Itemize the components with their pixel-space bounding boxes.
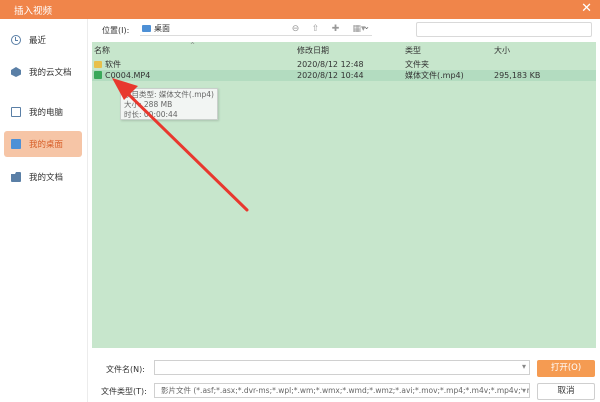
file-info-tooltip: 项目类型: 媒体文件(.mp4) 大小: 288 MB 时长: 00:00:44 [120,88,218,120]
file-modified: 2020/8/12 12:48 [297,60,364,69]
location-value: 桌面 [154,24,170,33]
location-toolbar: 位置(I): 桌面 ⌄ ⊖ ⇧ ✚ ▦▾ [88,19,600,41]
chevron-down-icon[interactable]: ▾ [522,362,526,371]
sidebar-item-label: 我的云文档 [29,68,72,78]
desktop-icon [11,139,21,149]
filetype-value: 影片文件 (*.asf;*.asx;*.dvr-ms;*.wpl;*.wm;*.… [161,386,530,395]
column-header-name[interactable]: 名称 [94,45,110,56]
sidebar-item-label: 我的电脑 [29,108,64,118]
file-size: 295,183 KB [494,71,541,80]
tooltip-size: 大小: 288 MB [124,100,173,109]
filename-label: 文件名(N): [106,365,145,374]
window-title: 插入视频 [14,6,53,17]
close-icon[interactable]: ✕ [581,1,592,17]
column-header-type[interactable]: 类型 [405,45,421,56]
dialog-footer: 文件名(N): ▾ 文件类型(T): 影片文件 (*.asf;*.asx;*.d… [88,348,600,402]
sidebar-item-label: 我的文档 [29,173,64,183]
up-folder-icon[interactable]: ⇧ [310,24,321,35]
title-bar: 插入视频 ✕ [0,0,600,19]
chevron-down-icon[interactable]: ▾ [521,384,526,397]
sidebar-item-label: 最近 [29,36,47,46]
column-header-size[interactable]: 大小 [494,45,510,56]
table-row-selected[interactable]: C0004.MP4 2020/8/12 10:44 媒体文件(.mp4) 295… [92,70,596,81]
filetype-select[interactable]: 影片文件 (*.asf;*.asx;*.dvr-ms;*.wpl;*.wm;*.… [154,383,530,398]
cancel-button[interactable]: 取消 [537,383,595,400]
cloud-icon [11,67,21,77]
file-modified: 2020/8/12 10:44 [297,71,364,80]
sidebar-item-recent[interactable]: 最近 [4,27,82,53]
new-folder-icon[interactable]: ✚ [330,24,341,35]
sidebar-item-my-desktop[interactable]: 我的桌面 [4,131,82,157]
table-row[interactable]: 软件 2020/8/12 12:48 文件夹 [92,59,596,70]
filetype-label: 文件类型(T): [101,387,147,396]
search-input[interactable] [416,22,592,37]
sidebar-item-label: 我的桌面 [29,140,64,150]
video-file-icon [94,71,102,79]
back-icon[interactable]: ⊖ [290,24,301,35]
desktop-folder-icon [142,25,151,32]
open-button[interactable]: 打开(O) [537,360,595,377]
file-name: 软件 [105,60,121,69]
sidebar-item-my-documents[interactable]: 我的文档 [4,164,82,190]
column-header-modified[interactable]: 修改日期 [297,45,329,56]
sort-caret-icon: ^ [190,42,196,49]
sidebar-item-my-computer[interactable]: 我的电脑 [4,99,82,125]
location-label: 位置(I): [102,26,130,35]
file-name: C0004.MP4 [105,71,151,80]
view-menu-icon[interactable]: ▦▾ [350,24,368,35]
tooltip-type: 项目类型: 媒体文件(.mp4) [124,90,214,99]
file-type: 媒体文件(.mp4) [405,71,464,80]
sidebar: 最近 我的云文档 我的电脑 我的桌面 我的文档 [0,19,88,402]
clock-icon [11,35,21,45]
folder-icon [94,61,102,68]
sidebar-item-cloud-docs[interactable]: 我的云文档 [4,59,82,85]
filename-input[interactable]: ▾ [154,360,530,375]
tooltip-duration: 时长: 00:00:44 [124,110,178,119]
documents-icon [11,172,21,182]
file-type: 文件夹 [405,60,429,69]
computer-icon [11,107,21,117]
